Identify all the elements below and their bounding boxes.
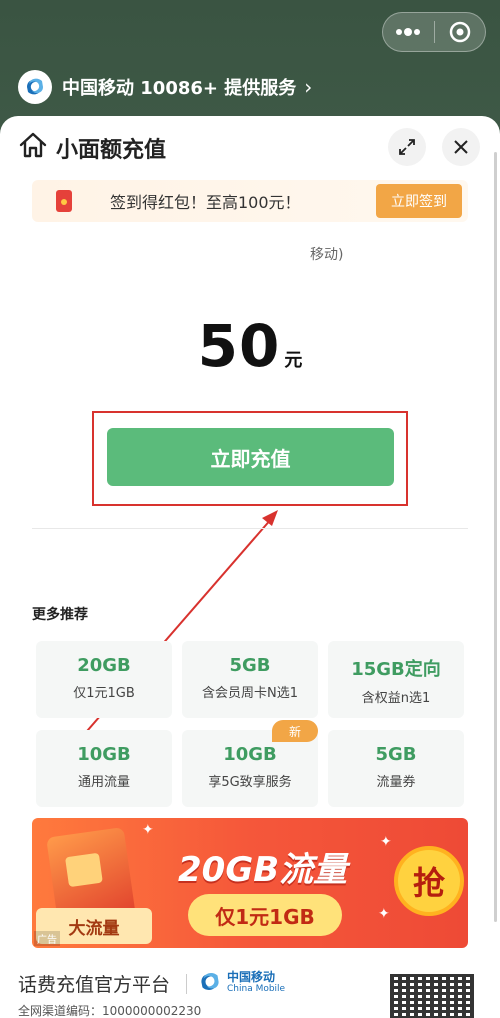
close-button[interactable] — [442, 128, 480, 166]
close-icon — [454, 140, 468, 154]
card-title: 10GB — [77, 744, 131, 765]
recommend-card-20gb[interactable]: 20GB 仅1元1GB — [36, 641, 172, 718]
provider-link[interactable]: 中国移动 10086+ 提供服务 › — [18, 70, 312, 104]
card-desc: 仅1元1GB — [73, 686, 135, 701]
card-title: 10GB — [223, 744, 277, 765]
recharge-sheet: 小面额充值 签到得红包！至高100元！ 立即签到 移动) 50 元 立即充值 更多… — [0, 116, 500, 1018]
sheet-header: 小面额充值 — [0, 128, 500, 168]
chevron-right-icon: › — [304, 75, 313, 99]
sparkle-icon: ✦ — [380, 834, 392, 850]
divider — [32, 528, 468, 529]
card-desc: 享5G致享服务 — [208, 775, 292, 790]
sparkle-icon: ✦ — [378, 906, 390, 922]
more-recommend-title: 更多推荐 — [32, 607, 88, 623]
home-icon[interactable] — [18, 130, 48, 164]
sparkle-icon: ✦ — [142, 822, 154, 838]
recharge-now-button[interactable]: 立即充值 — [107, 428, 394, 486]
china-mobile-logo-icon — [18, 70, 52, 104]
new-badge: 新 — [272, 720, 318, 742]
card-title: 20GB — [77, 655, 131, 676]
channel-code: 全网渠道编码：1000000002230 — [18, 1004, 202, 1018]
carrier-hint: 移动) — [310, 247, 344, 263]
card-desc: 含会员周卡N选1 — [202, 686, 298, 701]
amount-unit: 元 — [284, 350, 303, 371]
amount-value: 50 — [197, 312, 281, 380]
recommend-card-10gb-5g[interactable]: 新 10GB 享5G致享服务 — [182, 720, 318, 807]
expand-icon — [399, 139, 415, 155]
provider-label: 中国移动 10086+ 提供服务 — [62, 78, 297, 99]
miniprogram-capsule — [382, 12, 486, 52]
ad-price-pill[interactable]: 仅1元1GB — [188, 894, 342, 936]
china-mobile-logo-icon — [201, 972, 219, 990]
checkin-button[interactable]: 立即签到 — [376, 184, 462, 218]
card-title: 15GB定向 — [351, 659, 441, 680]
qr-code — [390, 974, 474, 1018]
recommend-card-10gb[interactable]: 10GB 通用流量 — [36, 730, 172, 807]
footer: 话费充值官方平台 中国移动 China Mobile 全网渠道编码：100000… — [18, 966, 488, 1018]
grab-button[interactable]: 抢 — [394, 846, 464, 916]
checkin-banner[interactable]: 签到得红包！至高100元！ 立即签到 — [32, 180, 468, 222]
expand-button[interactable] — [388, 128, 426, 166]
brand-zh: 中国移动 — [227, 969, 276, 984]
brand-en: China Mobile — [227, 983, 286, 994]
card-desc: 通用流量 — [77, 775, 130, 790]
card-title: 5GB — [375, 744, 417, 765]
recommend-card-15gb[interactable]: 15GB定向 含权益n选1 — [328, 641, 464, 718]
china-mobile-brand: 中国移动 China Mobile — [196, 968, 285, 996]
recharge-amount: 50 元 — [0, 312, 500, 380]
exit-miniprogram-button[interactable] — [435, 13, 486, 51]
scrollbar[interactable] — [494, 152, 497, 922]
checkin-text: 签到得红包！至高100元！ — [110, 193, 301, 212]
ad-headline: 20GB流量 — [178, 850, 348, 890]
ad-banner[interactable]: 大流量 ✦ ✦ ✦ 20GB流量 仅1元1GB 抢 广告 — [32, 818, 468, 948]
more-dots-icon — [396, 28, 421, 36]
target-icon — [449, 21, 470, 43]
more-button[interactable] — [383, 13, 434, 51]
card-desc: 流量券 — [376, 775, 416, 790]
card-desc: 含权益n选1 — [361, 691, 431, 706]
page-title: 小面额充值 — [56, 138, 167, 163]
ad-label: 广告 — [34, 931, 60, 946]
card-title: 5GB — [229, 655, 271, 676]
recommend-card-5gb-coupon[interactable]: 5GB 流量券 — [328, 730, 464, 807]
recommend-card-5gb[interactable]: 5GB 含会员周卡N选1 — [182, 641, 318, 718]
red-envelope-icon — [56, 190, 72, 212]
platform-label: 话费充值官方平台 — [18, 974, 171, 996]
